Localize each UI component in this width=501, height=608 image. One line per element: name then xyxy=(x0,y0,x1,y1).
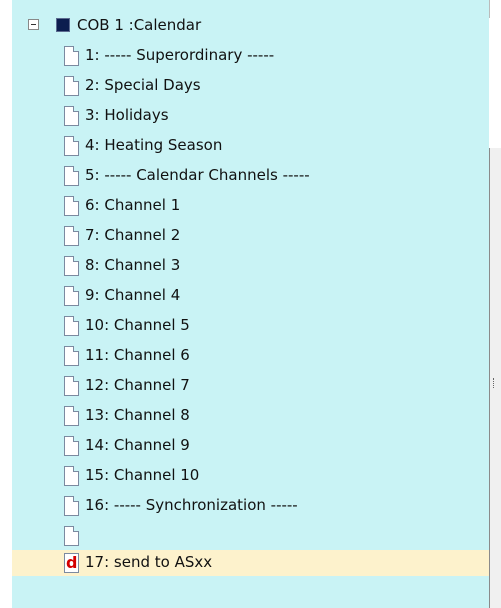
window-edge xyxy=(489,0,501,18)
tree-item[interactable]: 9: Channel 4 xyxy=(64,283,489,309)
d-letter: d xyxy=(66,553,78,572)
tree-view: COB 1 :Calendar 1: ----- Superordinary -… xyxy=(0,0,501,608)
tree-item-label: 4: Heating Season xyxy=(85,136,223,154)
tree-item[interactable]: 2: Special Days xyxy=(64,73,489,99)
document-icon xyxy=(64,526,79,546)
tree-item-label: 8: Channel 3 xyxy=(85,256,181,274)
calendar-object-icon xyxy=(56,18,70,32)
tree-item[interactable]: 15: Channel 10 xyxy=(64,463,489,489)
document-icon xyxy=(64,316,79,336)
tree-item-label: 9: Channel 4 xyxy=(85,286,181,304)
tree-item[interactable]: 12: Channel 7 xyxy=(64,373,489,399)
tree-item-label: 13: Channel 8 xyxy=(85,406,190,424)
tree-item[interactable]: 8: Channel 3 xyxy=(64,253,489,279)
tree-item[interactable]: 13: Channel 8 xyxy=(64,403,489,429)
tree-item-label: 14: Channel 9 xyxy=(85,436,190,454)
document-icon xyxy=(64,46,79,66)
document-icon xyxy=(64,496,79,516)
tree-item-label: 17: send to ASxx xyxy=(85,553,213,571)
tree-item-label: 10: Channel 5 xyxy=(85,316,190,334)
tree-item[interactable]: 6: Channel 1 xyxy=(64,193,489,219)
d-document-icon: d xyxy=(64,553,79,573)
document-icon xyxy=(64,256,79,276)
collapse-icon[interactable] xyxy=(28,19,39,30)
document-icon xyxy=(64,226,79,246)
resize-grip-icon[interactable] xyxy=(493,378,496,388)
tree-item-label: 6: Channel 1 xyxy=(85,196,181,214)
document-icon xyxy=(64,106,79,126)
tree-item-label: 15: Channel 10 xyxy=(85,466,200,484)
document-icon xyxy=(64,136,79,156)
tree-item[interactable]: 4: Heating Season xyxy=(64,133,489,159)
tree-item[interactable]: 11: Channel 6 xyxy=(64,343,489,369)
tree-item-label: 16: ----- Synchronization ----- xyxy=(85,496,298,514)
tree-item[interactable]: 5: ----- Calendar Channels ----- xyxy=(64,163,489,189)
document-icon xyxy=(64,166,79,186)
tree-item[interactable]: 1: ----- Superordinary ----- xyxy=(64,43,489,69)
document-icon xyxy=(64,436,79,456)
tree-root-calendar[interactable]: COB 1 :Calendar xyxy=(28,13,489,39)
tree-item-label: 12: Channel 7 xyxy=(85,376,190,394)
tree-item-label: 5: ----- Calendar Channels ----- xyxy=(85,166,310,184)
document-icon xyxy=(64,76,79,96)
tree-item[interactable]: 3: Holidays xyxy=(64,103,489,129)
tree-item-label: 3: Holidays xyxy=(85,106,169,124)
document-icon xyxy=(64,376,79,396)
tree-item[interactable] xyxy=(64,523,489,549)
document-icon xyxy=(64,346,79,366)
tree-root-label: COB 1 :Calendar xyxy=(77,16,202,34)
tree-item[interactable]: 10: Channel 5 xyxy=(64,313,489,339)
tree-item-label: 2: Special Days xyxy=(85,76,201,94)
tree-item-label: 7: Channel 2 xyxy=(85,226,181,244)
tree-item[interactable]: 7: Channel 2 xyxy=(64,223,489,249)
document-icon xyxy=(64,406,79,426)
tree-item[interactable]: 16: ----- Synchronization ----- xyxy=(64,493,489,519)
document-icon xyxy=(64,466,79,486)
tree-item-label: 1: ----- Superordinary ----- xyxy=(85,46,275,64)
document-icon xyxy=(64,196,79,216)
document-icon xyxy=(64,286,79,306)
tree-item-label: 11: Channel 6 xyxy=(85,346,190,364)
tree-item[interactable]: 14: Channel 9 xyxy=(64,433,489,459)
tree-item-selected[interactable]: d 17: send to ASxx xyxy=(12,550,489,576)
